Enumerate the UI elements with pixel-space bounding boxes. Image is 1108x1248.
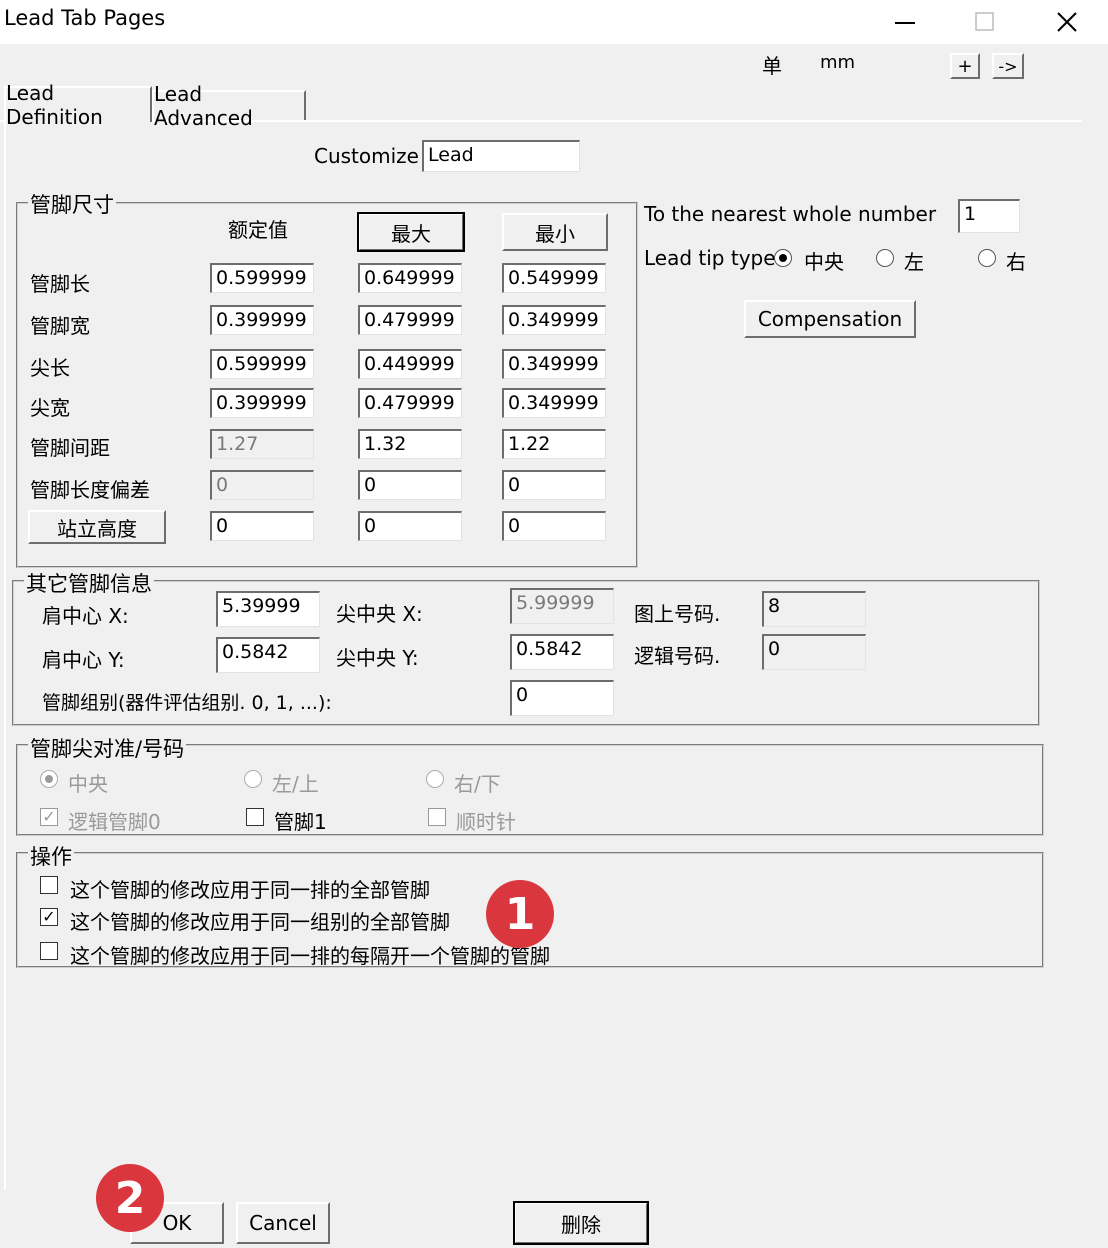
close-icon: [1057, 12, 1077, 32]
tip-type-center-radio[interactable]: [774, 249, 792, 267]
align-left-up-radio: [244, 770, 262, 788]
lead-length-tolerance-label: 管脚长度偏差: [30, 478, 150, 502]
minimize-icon: [895, 22, 915, 24]
standoff-height-max[interactable]: 0: [358, 511, 462, 541]
unit-arrow-button[interactable]: ->: [992, 53, 1024, 79]
logic-number-input: 0: [762, 634, 866, 670]
align-right-down-label: 右/下: [454, 772, 501, 796]
tip-center-y-label: 尖中央 Y:: [336, 646, 419, 670]
tip-type-center-label: 中央: [804, 250, 844, 274]
lead-length-max[interactable]: 0.649999: [358, 263, 462, 293]
window-title: Lead Tab Pages: [4, 6, 166, 30]
tip-length-min[interactable]: 0.349999: [502, 349, 606, 379]
apply-alternate-checkbox[interactable]: [40, 942, 58, 960]
tip-length-max[interactable]: 0.449999: [358, 349, 462, 379]
lead-width-nominal[interactable]: 0.399999: [210, 305, 314, 335]
align-center-radio: [40, 770, 58, 788]
tip-width-label: 尖宽: [30, 396, 70, 420]
tip-alignment-title: 管脚尖对准/号码: [28, 733, 187, 763]
lead-pitch-label: 管脚间距: [30, 436, 110, 460]
tip-type-right-radio[interactable]: [978, 249, 996, 267]
tab-lead-definition[interactable]: Lead Definition: [4, 81, 152, 129]
lead-pitch-nominal: 1.27: [210, 429, 314, 459]
tab-lead-advanced[interactable]: Lead Advanced: [152, 82, 306, 130]
max-button[interactable]: 最大: [357, 212, 465, 252]
tip-length-nominal[interactable]: 0.599999: [210, 349, 314, 379]
lead-tip-type-label: Lead tip type: [644, 246, 776, 270]
tip-center-x-label: 尖中央 X:: [336, 602, 423, 626]
step-badge-2: 2: [96, 1164, 164, 1232]
lead-width-label: 管脚宽: [30, 314, 90, 338]
lead-group-input[interactable]: 0: [510, 680, 614, 716]
apply-same-row-checkbox[interactable]: [40, 876, 58, 894]
rounding-input[interactable]: 1: [958, 199, 1020, 233]
units-label: 单: [762, 54, 782, 78]
operations-title: 操作: [28, 841, 74, 871]
lead-length-tolerance-max[interactable]: 0: [358, 470, 462, 500]
drawing-number-label: 图上号码.: [634, 602, 721, 626]
logical-pin0-label: 逻辑管脚0: [68, 810, 161, 834]
tab-panel-border: [4, 120, 6, 1190]
lead-length-tolerance-nominal: 0: [210, 470, 314, 500]
delete-button[interactable]: 删除: [513, 1201, 649, 1245]
lead-length-tolerance-min[interactable]: 0: [502, 470, 606, 500]
pin1-checkbox[interactable]: [246, 808, 264, 826]
title-bar: Lead Tab Pages: [0, 0, 1108, 44]
apply-alternate-label: 这个管脚的修改应用于同一排的每隔开一个管脚的管脚: [70, 944, 550, 968]
step-badge-1: 1: [486, 880, 554, 948]
tip-width-min[interactable]: 0.349999: [502, 388, 606, 418]
clockwise-label: 顺时针: [456, 810, 516, 834]
tip-width-nominal[interactable]: 0.399999: [210, 388, 314, 418]
shoulder-x-input[interactable]: 5.39999: [216, 591, 320, 627]
customize-input[interactable]: Lead: [422, 140, 580, 172]
clockwise-checkbox: [428, 808, 446, 826]
maximize-icon: [975, 12, 994, 31]
lead-pitch-max[interactable]: 1.32: [358, 429, 462, 459]
lead-length-nominal[interactable]: 0.599999: [210, 263, 314, 293]
lead-length-min[interactable]: 0.549999: [502, 263, 606, 293]
standoff-height-nominal[interactable]: 0: [210, 511, 314, 541]
tip-center-x-input: 5.99999: [510, 588, 614, 624]
customize-label: Customize: [314, 144, 419, 168]
close-button[interactable]: [1042, 2, 1092, 42]
logic-number-label: 逻辑号码.: [634, 644, 721, 668]
drawing-number-input: 8: [762, 591, 866, 627]
shoulder-y-label: 肩中心 Y:: [42, 648, 125, 672]
pin1-label: 管脚1: [274, 810, 327, 834]
lead-pitch-min[interactable]: 1.22: [502, 429, 606, 459]
other-lead-info-title: 其它管脚信息: [24, 568, 154, 598]
tip-type-left-radio[interactable]: [876, 249, 894, 267]
lead-width-min[interactable]: 0.349999: [502, 305, 606, 335]
tip-width-max[interactable]: 0.479999: [358, 388, 462, 418]
align-center-label: 中央: [68, 772, 108, 796]
lead-group-label: 管脚组别(器件评估组别. 0, 1, ...):: [42, 692, 332, 714]
apply-same-row-label: 这个管脚的修改应用于同一排的全部管脚: [70, 878, 430, 902]
tip-type-left-label: 左: [904, 250, 924, 274]
add-unit-button[interactable]: +: [950, 53, 980, 79]
min-button[interactable]: 最小: [502, 213, 608, 251]
lead-length-label: 管脚长: [30, 272, 90, 296]
lead-width-max[interactable]: 0.479999: [358, 305, 462, 335]
shoulder-x-label: 肩中心 X:: [42, 604, 129, 628]
rounding-label: To the nearest whole number: [644, 202, 937, 226]
cancel-button[interactable]: Cancel: [236, 1202, 330, 1244]
compensation-button[interactable]: Compensation: [744, 300, 916, 338]
maximize-button[interactable]: [960, 2, 1010, 42]
tip-type-right-label: 右: [1006, 250, 1026, 274]
standoff-height-min[interactable]: 0: [502, 511, 606, 541]
apply-same-group-label: 这个管脚的修改应用于同一组别的全部管脚: [70, 910, 450, 934]
units-value: mm: [820, 52, 856, 73]
align-left-up-label: 左/上: [272, 772, 319, 796]
align-right-down-radio: [426, 770, 444, 788]
dimensions-group-title: 管脚尺寸: [28, 189, 116, 219]
minimize-button[interactable]: [880, 2, 930, 42]
apply-same-group-checkbox[interactable]: ✓: [40, 908, 58, 926]
tip-center-y-input[interactable]: 0.5842: [510, 634, 614, 670]
col-nominal-label: 额定值: [228, 218, 288, 242]
shoulder-y-input[interactable]: 0.5842: [216, 637, 320, 673]
standoff-height-button[interactable]: 站立高度: [28, 510, 166, 544]
logical-pin0-checkbox: ✓: [40, 808, 58, 826]
tip-length-label: 尖长: [30, 356, 70, 380]
